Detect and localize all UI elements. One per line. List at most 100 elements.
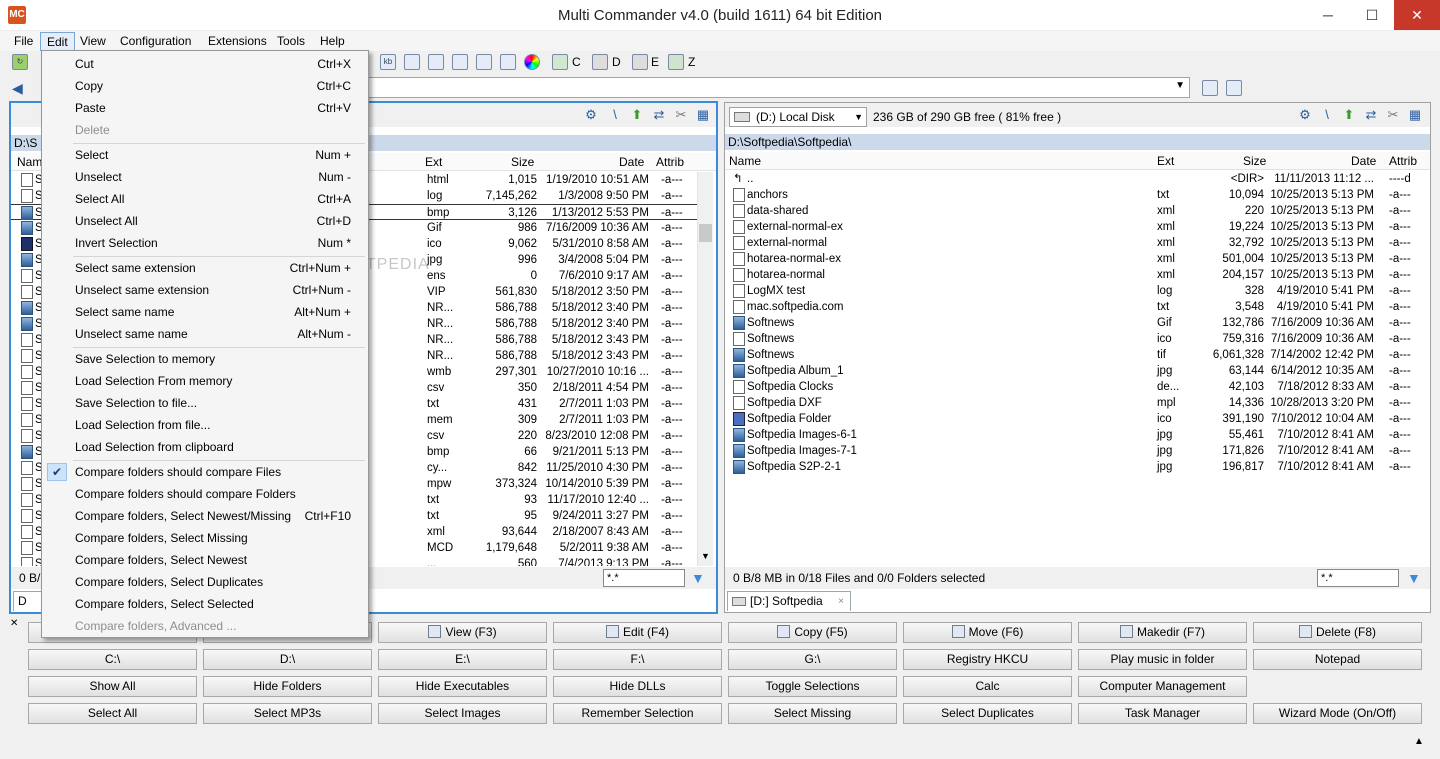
right-tab-softpedia[interactable]: [D:] Softpedia ×	[727, 591, 851, 611]
up-folder-icon[interactable]: ⬆	[629, 107, 645, 123]
file-row[interactable]: Softpedia Images-6-1 jpg 55,461 7/10/2012 8…	[725, 427, 1430, 443]
command-button[interactable]: C:\	[28, 649, 197, 670]
menu-help[interactable]: Help	[314, 32, 351, 51]
command-button[interactable]: Makedir (F7)	[1078, 622, 1247, 643]
file-row[interactable]: hotarea-normal xml 204,157 10/25/2013 5:13 …	[725, 267, 1430, 283]
drive-c-label[interactable]: C	[572, 55, 581, 69]
file-row[interactable]: Softpedia Clocks de... 42,103 7/18/2012 8:3…	[725, 379, 1430, 395]
menu-view[interactable]: View	[74, 32, 112, 51]
col-size[interactable]: Size	[511, 155, 534, 169]
menu-item[interactable]: Compare folders, Select Missing	[44, 527, 366, 549]
col-size[interactable]: Size	[1243, 154, 1266, 168]
chevron-down-icon[interactable]: ▼	[854, 108, 863, 126]
menu-item[interactable]: Load Selection from clipboard	[44, 436, 366, 458]
right-filter-input[interactable]: *.*	[1317, 569, 1399, 587]
right-path-bar[interactable]: D:\Softpedia\Softpedia\	[725, 134, 1430, 150]
command-button[interactable]: Remember Selection	[553, 703, 722, 724]
maximize-button[interactable]: ☐	[1350, 0, 1394, 30]
menu-configuration[interactable]: Configuration	[114, 32, 197, 51]
kb-icon[interactable]: kb	[380, 54, 396, 70]
menu-item[interactable]: Unselect same extension Ctrl+Num -	[44, 279, 366, 301]
tools-icon[interactable]: ✂	[1385, 107, 1401, 123]
tools-icon[interactable]: ✂	[673, 107, 689, 123]
menu-item[interactable]: Copy Ctrl+C	[44, 75, 366, 97]
file-properties-icon[interactable]	[404, 54, 420, 70]
up-folder-icon[interactable]: ⬆	[1341, 107, 1357, 123]
root-icon[interactable]: \	[607, 107, 623, 123]
root-icon[interactable]: \	[1319, 107, 1335, 123]
menu-item[interactable]: Invert Selection Num *	[44, 232, 366, 254]
view-mode-icon[interactable]: ▦	[695, 107, 711, 123]
file-row[interactable]: data-shared xml 220 10/25/2013 5:13 PM -a---	[725, 203, 1430, 219]
drive-select[interactable]: (D:) Local Disk ▼	[729, 107, 867, 127]
file-row[interactable]: Softpedia Images-7-1 jpg 171,826 7/10/2012 …	[725, 443, 1430, 459]
menu-item[interactable]: Load Selection from file...	[44, 414, 366, 436]
notes-icon[interactable]	[1202, 80, 1218, 96]
command-button[interactable]: Notepad	[1253, 649, 1422, 670]
command-button[interactable]: Calc	[903, 676, 1072, 697]
tree-view-icon[interactable]: ⚙	[583, 107, 599, 123]
left-filter-input[interactable]: *.*	[603, 569, 685, 587]
file-row[interactable]: Softnews tif 6,061,328 7/14/2002 12:42 PM -a…	[725, 347, 1430, 363]
command-button[interactable]: Select MP3s	[203, 703, 372, 724]
menu-item[interactable]: Unselect Num -	[44, 166, 366, 188]
file-row[interactable]: external-normal-ex xml 19,224 10/25/2013 5:…	[725, 219, 1430, 235]
menu-item[interactable]: Unselect All Ctrl+D	[44, 210, 366, 232]
left-scrollbar[interactable]: ▼	[697, 172, 713, 566]
drive-d-label[interactable]: D	[612, 55, 621, 69]
menu-item[interactable]: Compare folders, Select Selected	[44, 593, 366, 615]
command-button[interactable]: G:\	[728, 649, 897, 670]
back-arrow-icon[interactable]: ◀	[12, 80, 23, 97]
menu-item[interactable]: Select All Ctrl+A	[44, 188, 366, 210]
sync-icon[interactable]: ⇄	[1363, 107, 1379, 123]
col-attrib[interactable]: Attrib	[1389, 154, 1417, 168]
file-row[interactable]: Softpedia Album_1 jpg 63,144 6/14/2012 10:3…	[725, 363, 1430, 379]
file-row[interactable]: Softpedia Folder ico 391,190 7/10/2012 10:0…	[725, 411, 1430, 427]
command-button[interactable]: Show All	[28, 676, 197, 697]
scroll-down-icon[interactable]: ▼	[701, 551, 710, 561]
command-button[interactable]: Hide Executables	[378, 676, 547, 697]
drive-z-label[interactable]: Z	[688, 55, 695, 69]
command-button[interactable]: Move (F6)	[903, 622, 1072, 643]
file-row[interactable]: anchors txt 10,094 10/25/2013 5:13 PM -a---	[725, 187, 1430, 203]
file-row[interactable]: Softnews ico 759,316 7/16/2009 10:36 AM -a--…	[725, 331, 1430, 347]
file-row[interactable]: ↰.. <DIR> 11/11/2013 11:12 ... ----d	[725, 171, 1430, 187]
calculator-icon[interactable]	[1226, 80, 1242, 96]
drive-e-icon[interactable]	[632, 54, 648, 70]
menu-item[interactable]: Unselect same name Alt+Num -	[44, 323, 366, 345]
col-date[interactable]: Date	[1351, 154, 1376, 168]
col-date[interactable]: Date	[619, 155, 644, 169]
command-button[interactable]: Registry HKCU	[903, 649, 1072, 670]
color-wheel-icon[interactable]	[524, 54, 540, 70]
command-button[interactable]: F:\	[553, 649, 722, 670]
command-button[interactable]: Delete (F8)	[1253, 622, 1422, 643]
col-ext[interactable]: Ext	[425, 155, 442, 169]
drive-e-label[interactable]: E	[651, 55, 659, 69]
menu-item[interactable]: ✔ Compare folders should compare Files	[44, 461, 366, 483]
file-row[interactable]: hotarea-normal-ex xml 501,004 10/25/2013 5:…	[725, 251, 1430, 267]
tab-close-icon[interactable]: ×	[838, 592, 844, 611]
file-row[interactable]: Softnews Gif 132,786 7/16/2009 10:36 AM -a--…	[725, 315, 1430, 331]
command-button[interactable]: D:\	[203, 649, 372, 670]
command-button[interactable]: Select Duplicates	[903, 703, 1072, 724]
menu-item[interactable]: Select same name Alt+Num +	[44, 301, 366, 323]
command-button[interactable]: Select All	[28, 703, 197, 724]
command-button[interactable]: Computer Management	[1078, 676, 1247, 697]
expand-icon[interactable]: ▲	[1414, 736, 1424, 747]
file-row[interactable]: Softpedia S2P-2-1 jpg 196,817 7/10/2012 8:4…	[725, 459, 1430, 475]
network-drive-z-icon[interactable]	[668, 54, 684, 70]
command-button[interactable]: Edit (F4)	[553, 622, 722, 643]
drive-d-icon[interactable]	[592, 54, 608, 70]
clipboard-icon[interactable]	[476, 54, 492, 70]
menu-extensions[interactable]: Extensions	[202, 32, 273, 51]
filter-icon[interactable]: ▼	[1407, 567, 1421, 589]
drive-c-icon[interactable]	[552, 54, 568, 70]
menu-edit[interactable]: Edit	[40, 32, 75, 51]
menu-item[interactable]: Select same extension Ctrl+Num +	[44, 257, 366, 279]
chevron-down-icon[interactable]: ▼	[1175, 80, 1185, 91]
view-mode-icon[interactable]: ▦	[1407, 107, 1423, 123]
sync-icon[interactable]: ⇄	[651, 107, 667, 123]
file-row[interactable]: Softpedia DXF mpl 14,336 10/28/2013 3:20 PM…	[725, 395, 1430, 411]
menu-item[interactable]: Cut Ctrl+X	[44, 53, 366, 75]
menu-item[interactable]: Save Selection to file...	[44, 392, 366, 414]
